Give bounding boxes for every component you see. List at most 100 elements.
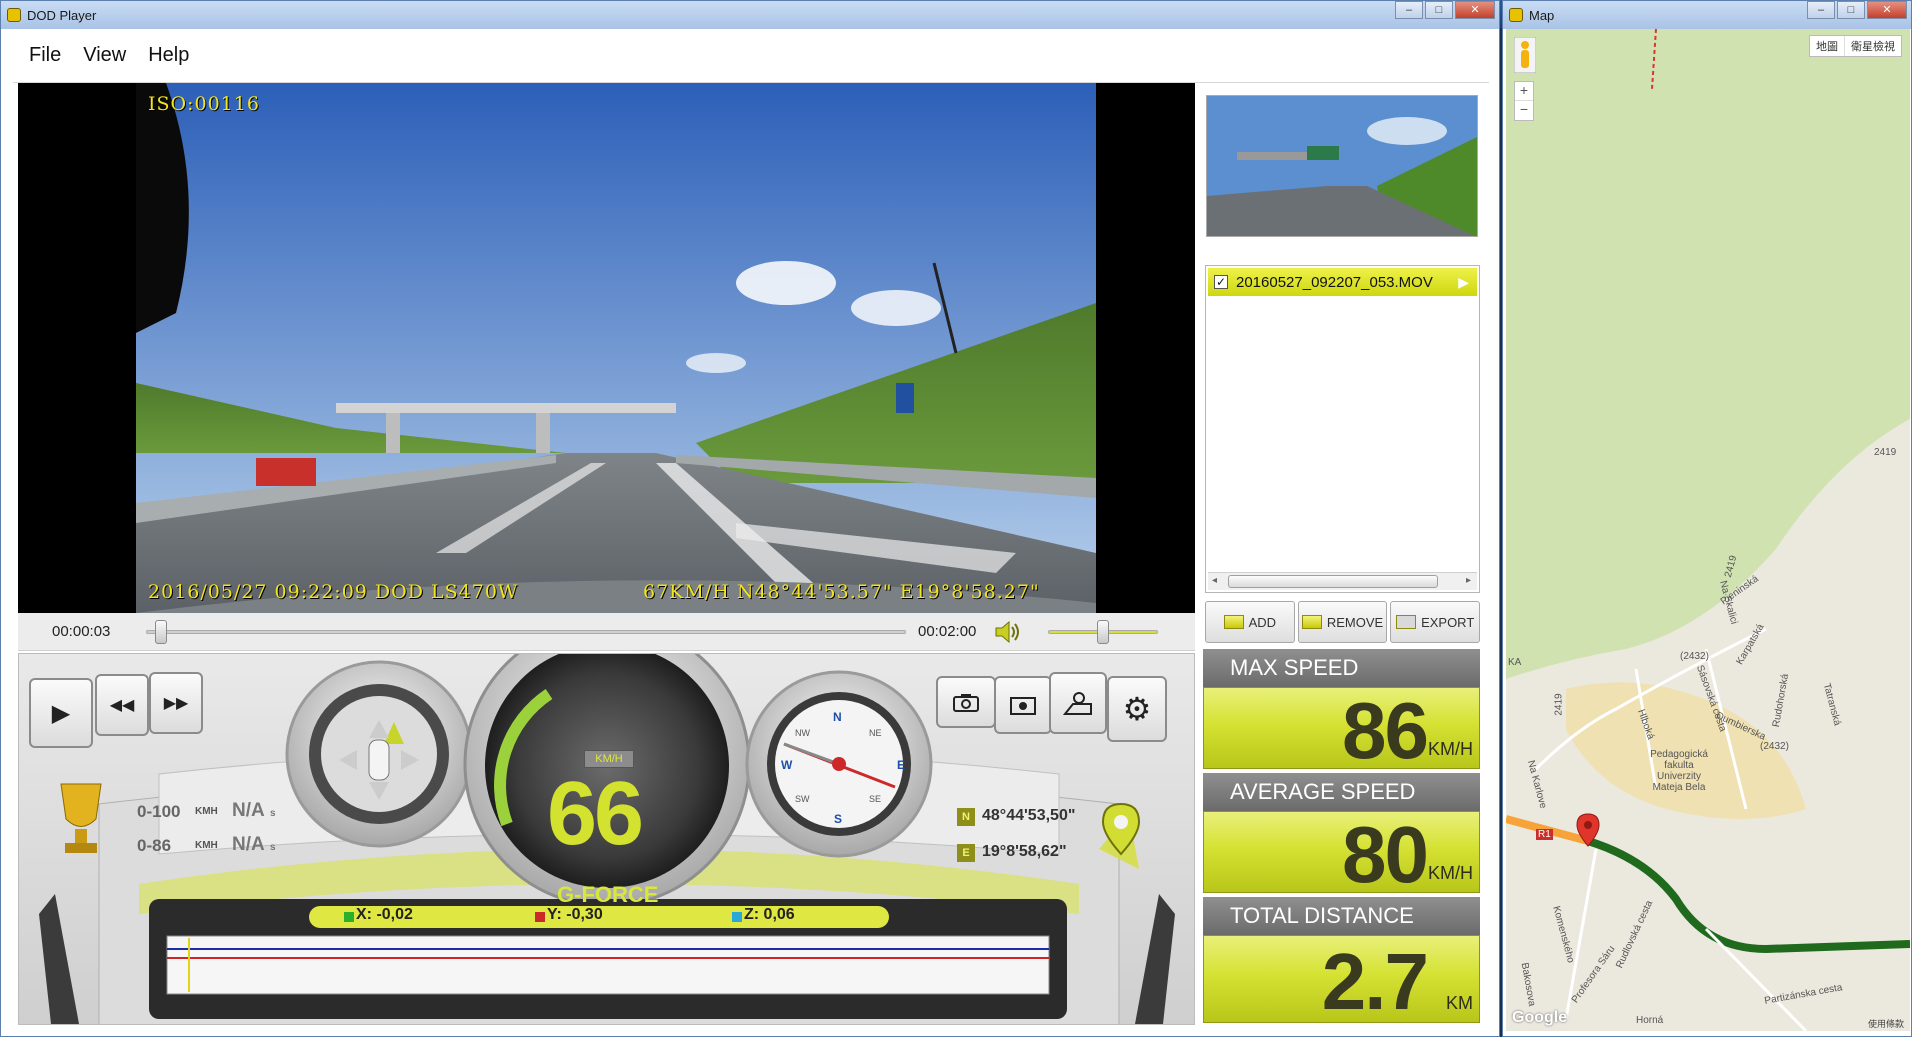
video-thumbnail[interactable] — [1206, 95, 1478, 237]
accel-0-100-suffix: s — [270, 808, 276, 819]
scroll-right-icon[interactable]: ▸ — [1466, 575, 1471, 586]
close-button[interactable]: ✕ — [1455, 1, 1495, 19]
map-terms-link[interactable]: 使用條款 — [1868, 1017, 1904, 1030]
menu-view[interactable]: View — [83, 44, 126, 67]
scroll-left-icon[interactable]: ◂ — [1212, 575, 1217, 586]
gforce-x-value: X: -0,02 — [356, 906, 413, 923]
map-type-satellite-button[interactable]: 衛星檢視 — [1845, 36, 1901, 56]
street-view-pegman-icon[interactable] — [1514, 37, 1536, 73]
gear-icon: ⚙ — [1122, 691, 1152, 727]
trophy-icon — [60, 783, 102, 853]
map-minimize-button[interactable]: – — [1807, 1, 1835, 19]
accel-0-100-unit: KMH — [195, 806, 218, 817]
zoom-control: + − — [1514, 81, 1534, 121]
gforce-y-value: Y: -0,30 — [547, 906, 603, 923]
map-label: Pedagogická fakulta Univerzity Mateja Be… — [1650, 749, 1708, 793]
rewind-button[interactable]: ◀◀ — [95, 674, 149, 736]
datetime-overlay: 2016/05/27 09:22:09 DOD LS470W — [148, 581, 519, 603]
avg-speed-value: 80 — [1342, 810, 1429, 899]
map-location-button[interactable] — [1049, 672, 1107, 734]
iso-overlay: ISO:00116 — [148, 93, 260, 115]
add-icon — [1223, 615, 1244, 629]
menu-help[interactable]: Help — [148, 44, 189, 67]
compass-s: S — [834, 812, 843, 826]
max-speed-panel: 86 KM/H — [1203, 687, 1480, 774]
map-label: (2432) — [1680, 651, 1709, 662]
gps-overlay: 67KM/H N48°44'53.57" E19°8'58.27" — [643, 581, 1040, 603]
export-label: EXPORT — [1421, 614, 1475, 630]
timeline-bar: 00:00:03 00:02:00 — [18, 613, 1195, 651]
avg-speed-label: AVERAGE SPEED — [1203, 773, 1480, 811]
accel-0-100-value: N/A — [232, 800, 265, 821]
map-label: 2419 — [1553, 693, 1565, 716]
gforce-label: G-FORCE — [557, 882, 659, 907]
compass-n: N — [833, 710, 842, 724]
volume-icon[interactable] — [993, 619, 1023, 645]
dod-player-window: DOD Player – □ ✕ File View Help ISO:0011… — [0, 0, 1500, 1037]
seek-handle[interactable] — [155, 620, 168, 644]
map-maximize-button[interactable]: □ — [1837, 1, 1865, 19]
add-label: ADD — [1248, 614, 1277, 630]
total-time: 00:02:00 — [918, 623, 977, 640]
file-list: ✓ 20160527_092207_053.MOV ▶ ◂ ▸ — [1205, 265, 1480, 593]
gps-n-badge: N — [957, 808, 975, 826]
remove-button[interactable]: REMOVE — [1297, 601, 1388, 643]
video-player[interactable]: ISO:00116 2016/05/27 09:22:09 DOD LS470W… — [18, 83, 1195, 613]
record-button[interactable] — [994, 676, 1052, 734]
export-button[interactable]: EXPORT — [1390, 601, 1481, 643]
map-pin-icon — [1063, 692, 1092, 715]
remove-icon — [1301, 615, 1322, 629]
map-label: 2419 — [1874, 447, 1897, 458]
map-window: Map – □ ✕ + − 地圖 衛星檢視 2419 2419 Na Skali… — [1502, 0, 1912, 1037]
remove-label: REMOVE — [1326, 614, 1384, 630]
car-direction-icon — [339, 720, 419, 800]
file-play-icon[interactable]: ▶ — [1458, 274, 1469, 291]
gforce-z-value: Z: 0,06 — [744, 906, 795, 923]
map-label: KA — [1508, 657, 1522, 668]
settings-button[interactable]: ⚙ — [1107, 676, 1167, 742]
maximize-button[interactable]: □ — [1425, 1, 1453, 19]
thumbnail-image — [1207, 96, 1477, 236]
map-view[interactable]: + − 地圖 衛星檢視 2419 2419 Na Skalici Pienins… — [1506, 29, 1910, 1031]
snapshot-button[interactable] — [936, 676, 996, 728]
accel-0-86-label: 0-86 — [137, 836, 172, 855]
gps-longitude: 19°8'58,62" — [982, 843, 1067, 860]
compass-ne: NE — [869, 728, 882, 738]
compass-w: W — [781, 758, 793, 772]
app-icon — [7, 8, 21, 22]
scroll-thumb[interactable] — [1228, 575, 1438, 588]
video-camera-icon — [1010, 697, 1036, 715]
map-marker-icon[interactable] — [1576, 813, 1600, 847]
compass-sw: SW — [795, 794, 810, 804]
file-name: 20160527_092207_053.MOV — [1236, 273, 1433, 291]
gforce-x-swatch — [344, 912, 354, 922]
max-speed-value: 86 — [1342, 686, 1429, 775]
accel-0-100-label: 0-100 — [137, 802, 181, 821]
current-time: 00:00:03 — [52, 623, 111, 640]
compass-e: E — [897, 758, 906, 772]
map-type-map-button[interactable]: 地圖 — [1810, 36, 1845, 56]
file-list-scrollbar[interactable]: ◂ ▸ — [1208, 572, 1477, 590]
add-button[interactable]: ADD — [1205, 601, 1295, 643]
minimize-button[interactable]: – — [1395, 1, 1423, 19]
camera-icon — [953, 694, 979, 712]
video-frame — [136, 83, 1096, 613]
zoom-out-button[interactable]: − — [1515, 101, 1533, 117]
main-titlebar: DOD Player – □ ✕ — [1, 1, 1499, 29]
gps-latitude: 48°44'53,50" — [982, 807, 1076, 824]
export-icon — [1396, 615, 1417, 629]
max-speed-label: MAX SPEED — [1203, 649, 1480, 687]
file-list-item[interactable]: ✓ 20160527_092207_053.MOV ▶ — [1208, 268, 1477, 296]
forward-button[interactable]: ▶▶ — [149, 672, 203, 734]
menu-file[interactable]: File — [29, 44, 61, 67]
window-title: DOD Player — [27, 7, 97, 23]
compass-nw: NW — [795, 728, 810, 738]
volume-handle[interactable] — [1097, 620, 1109, 644]
zoom-in-button[interactable]: + — [1515, 82, 1533, 101]
map-label: R1 — [1536, 829, 1553, 840]
file-checkbox[interactable]: ✓ — [1214, 275, 1228, 289]
compass-se: SE — [869, 794, 882, 804]
seek-track[interactable] — [146, 630, 906, 634]
play-button[interactable]: ▶ — [29, 678, 93, 748]
map-close-button[interactable]: ✕ — [1867, 1, 1907, 19]
